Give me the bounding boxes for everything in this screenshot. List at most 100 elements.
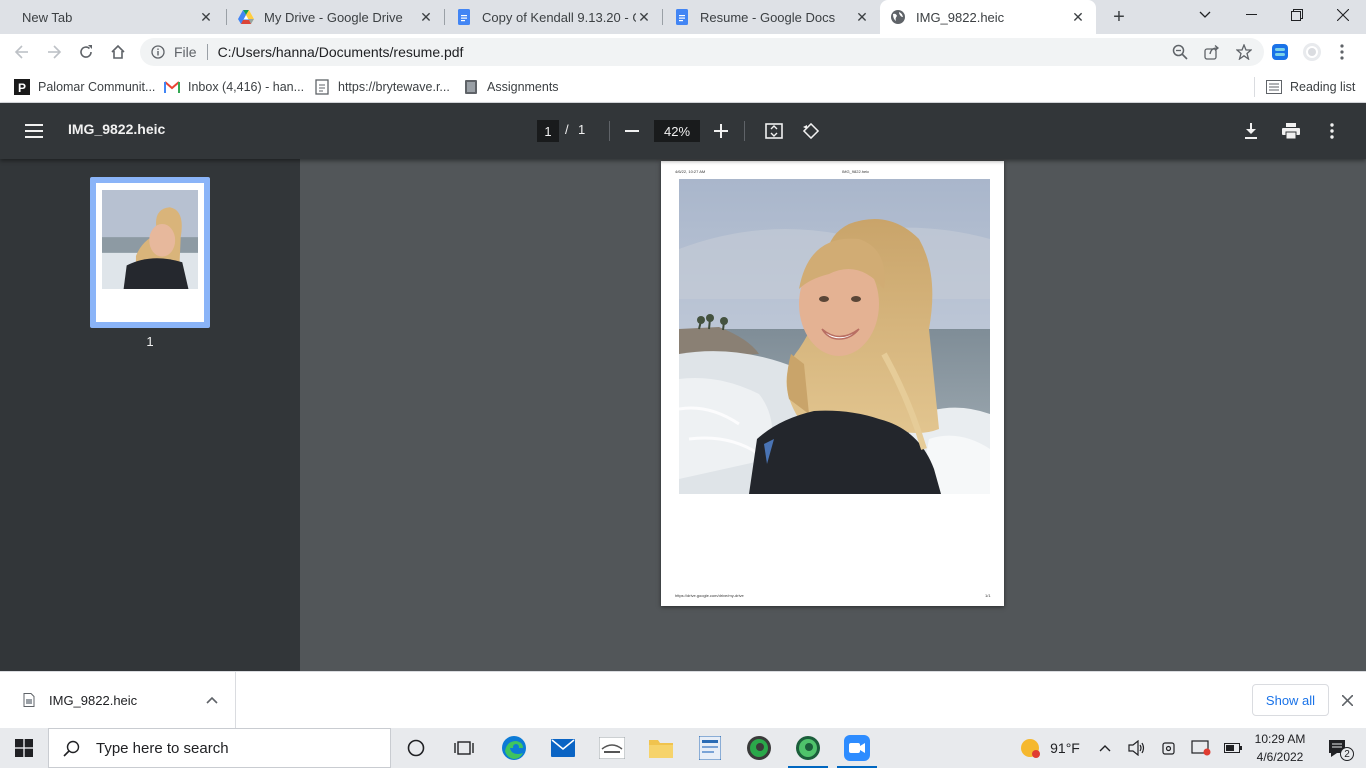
bookmark-brytewave[interactable]: https://brytewave.r... xyxy=(314,75,450,99)
file-explorer-icon[interactable] xyxy=(637,728,685,768)
bookmark-palomar[interactable]: P Palomar Communit... xyxy=(14,75,155,99)
thumbnail-sidebar: 1 xyxy=(0,159,300,671)
close-tab-icon[interactable]: ✕ xyxy=(1070,9,1086,25)
scheme-label: File xyxy=(174,44,197,60)
edge-canary-icon[interactable] xyxy=(735,728,783,768)
close-tab-icon[interactable]: ✕ xyxy=(636,9,652,25)
zoom-out-icon[interactable] xyxy=(618,117,646,145)
rotate-icon[interactable] xyxy=(797,117,825,145)
zoom-level-input[interactable]: 42% xyxy=(654,120,700,142)
tab-img-9822[interactable]: IMG_9822.heic ✕ xyxy=(880,0,1096,34)
tab-kendall-doc[interactable]: Copy of Kendall 9.13.20 - Goo ✕ xyxy=(446,0,662,34)
tab-search-button[interactable] xyxy=(1182,0,1228,30)
weather-icon[interactable] xyxy=(1016,728,1044,768)
windows-start-button[interactable] xyxy=(0,728,48,768)
restore-button[interactable] xyxy=(1274,0,1320,30)
clock-time: 10:29 AM xyxy=(1254,732,1306,746)
show-all-button[interactable]: Show all xyxy=(1252,684,1329,716)
google-docs-icon xyxy=(674,9,690,25)
bookmark-label: https://brytewave.r... xyxy=(338,80,450,94)
google-docs-icon xyxy=(456,9,472,25)
pdf-title: IMG_9822.heic xyxy=(68,121,166,137)
bookmark-star-icon[interactable] xyxy=(1230,38,1258,66)
sidebar-menu-icon[interactable] xyxy=(20,117,48,145)
reading-list-icon xyxy=(1266,79,1282,95)
thumbnail-photo xyxy=(102,190,198,289)
info-icon[interactable] xyxy=(150,44,166,60)
close-window-button[interactable] xyxy=(1320,0,1366,30)
back-button[interactable] xyxy=(8,38,36,66)
mail-icon[interactable] xyxy=(539,728,587,768)
chrome-menu-icon[interactable] xyxy=(1328,38,1356,66)
fit-to-page-icon[interactable] xyxy=(760,117,788,145)
volume-icon[interactable] xyxy=(1126,728,1148,768)
tab-label: My Drive - Google Drive xyxy=(264,9,403,25)
new-tab-button[interactable]: + xyxy=(1106,5,1132,29)
search-placeholder: Type here to search xyxy=(96,739,229,757)
notification-count-badge: 2 xyxy=(1340,747,1354,761)
bookmark-label: Inbox (4,416) - han... xyxy=(188,80,305,94)
thumbnail-page-1[interactable] xyxy=(90,177,210,328)
pdf-more-icon[interactable] xyxy=(1318,117,1346,145)
clock-date: 4/6/2022 xyxy=(1256,750,1304,764)
meet-now-icon[interactable] xyxy=(1158,728,1180,768)
chevron-up-icon[interactable] xyxy=(204,692,220,708)
home-button[interactable] xyxy=(104,38,132,66)
browser-toolbar: File C:/Users/hanna/Documents/resume.pdf xyxy=(0,34,1366,70)
documents-app-icon[interactable] xyxy=(686,728,734,768)
notification-center-icon[interactable]: 2 xyxy=(1318,728,1358,768)
google-drive-icon xyxy=(238,9,254,25)
print-icon[interactable] xyxy=(1277,117,1305,145)
page-separator: / xyxy=(565,122,569,137)
download-item[interactable]: IMG_9822.heic xyxy=(0,672,236,728)
gmail-icon xyxy=(164,79,180,95)
pdf-toolbar: IMG_9822.heic 1 / 1 42% xyxy=(0,103,1366,159)
close-tab-icon[interactable]: ✕ xyxy=(854,9,870,25)
zoom-icon[interactable] xyxy=(1166,38,1194,66)
divider xyxy=(609,121,610,141)
close-tab-icon[interactable]: ✕ xyxy=(418,9,434,25)
reload-button[interactable] xyxy=(72,38,100,66)
app-icon[interactable] xyxy=(588,728,636,768)
tab-google-drive[interactable]: My Drive - Google Drive ✕ xyxy=(228,0,444,34)
pdf-viewer[interactable]: 4/6/22, 10:27 AM IMG_9822.heic https://d… xyxy=(300,159,1366,671)
windows-taskbar: Type here to search 91°F 10:29 AM 4/6/20… xyxy=(0,728,1366,768)
forward-button[interactable] xyxy=(40,38,68,66)
palomar-icon: P xyxy=(14,79,30,95)
task-view-icon[interactable] xyxy=(440,728,488,768)
tab-strip: New Tab ✕ My Drive - Google Drive ✕ Copy… xyxy=(0,0,1366,34)
tab-label: Resume - Google Docs xyxy=(700,9,836,25)
battery-icon[interactable] xyxy=(1222,728,1244,768)
zoom-app-icon[interactable] xyxy=(833,728,881,768)
close-tab-icon[interactable]: ✕ xyxy=(198,9,214,25)
share-icon[interactable] xyxy=(1198,38,1226,66)
edge-dev-icon[interactable] xyxy=(784,728,832,768)
edge-browser-icon[interactable] xyxy=(490,728,538,768)
tab-separator xyxy=(444,9,445,25)
address-bar[interactable]: File C:/Users/hanna/Documents/resume.pdf xyxy=(140,38,1264,66)
url-text[interactable]: C:/Users/hanna/Documents/resume.pdf xyxy=(218,44,464,60)
extensions-icon[interactable] xyxy=(1266,38,1294,66)
network-icon[interactable] xyxy=(1190,728,1212,768)
reading-list-button[interactable]: Reading list xyxy=(1266,75,1355,99)
show-hidden-icons-chevron-icon[interactable] xyxy=(1094,728,1116,768)
bookmark-assignments[interactable]: Assignments xyxy=(463,75,559,99)
minimize-button[interactable] xyxy=(1228,0,1274,30)
file-icon xyxy=(22,692,36,708)
thumbnail-canvas xyxy=(96,183,204,322)
cortana-icon[interactable] xyxy=(392,728,440,768)
zoom-in-icon[interactable] xyxy=(707,117,735,145)
tab-new-tab[interactable]: New Tab ✕ xyxy=(8,0,224,34)
reading-list-label: Reading list xyxy=(1290,80,1356,94)
divider xyxy=(1254,77,1255,97)
tab-resume-doc[interactable]: Resume - Google Docs ✕ xyxy=(664,0,880,34)
close-shelf-icon[interactable] xyxy=(1339,692,1355,708)
book-icon xyxy=(463,79,479,95)
page-number-input[interactable]: 1 xyxy=(537,120,559,142)
taskbar-search-box[interactable]: Type here to search xyxy=(48,728,391,768)
bookmark-gmail[interactable]: Inbox (4,416) - han... xyxy=(164,75,304,99)
tab-separator xyxy=(226,9,227,25)
download-icon[interactable] xyxy=(1237,117,1265,145)
profile-avatar[interactable] xyxy=(1298,38,1326,66)
clock[interactable]: 10:29 AM 4/6/2022 xyxy=(1252,730,1308,766)
